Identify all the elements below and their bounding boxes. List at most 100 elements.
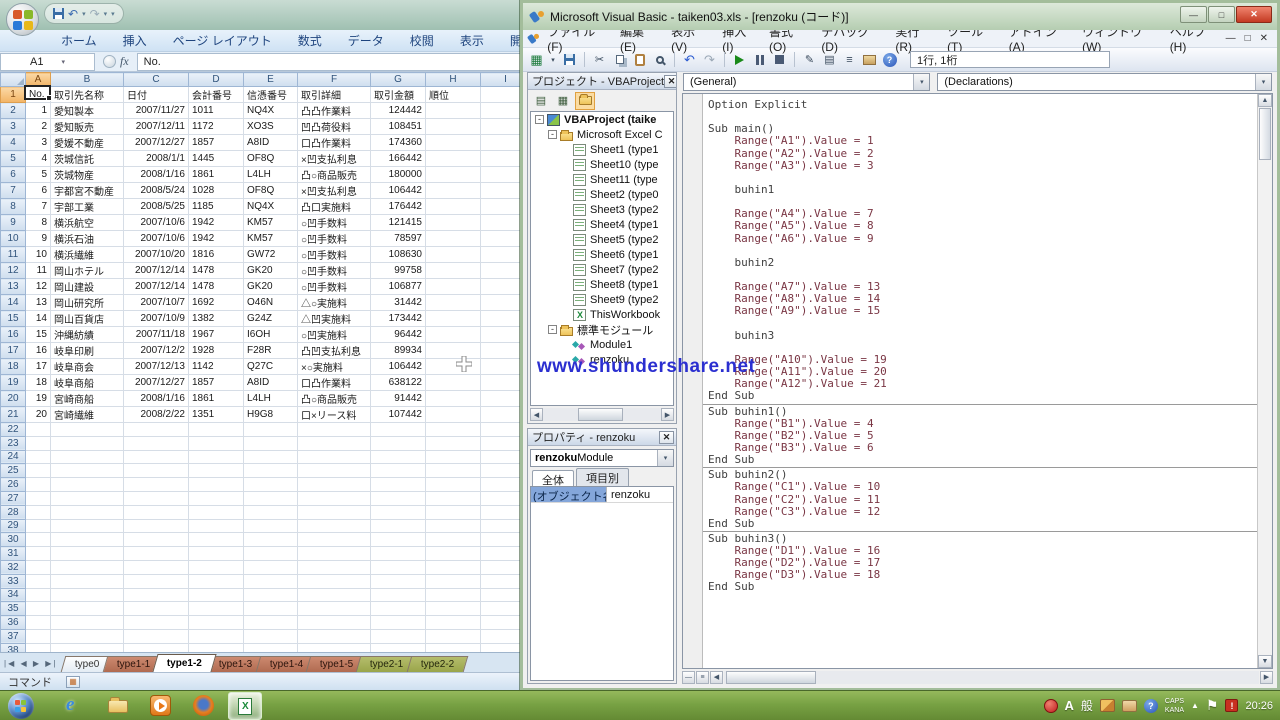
code-line[interactable]: Range("A9").Value = 15 (708, 305, 1257, 317)
row-header-6[interactable]: 6 (1, 167, 26, 183)
reset-icon[interactable] (771, 51, 788, 68)
cell[interactable] (26, 464, 51, 478)
cell[interactable] (426, 359, 481, 375)
cell[interactable]: 15 (26, 327, 51, 343)
name-box-dropdown-icon[interactable]: ▾ (61, 58, 65, 66)
cell[interactable] (51, 519, 124, 533)
cell[interactable]: 凸凸作業料 (298, 103, 371, 119)
cell[interactable]: Q27C (244, 359, 298, 375)
toggle-folders-icon[interactable] (575, 92, 595, 110)
row-header-20[interactable]: 20 (1, 391, 26, 407)
row-header-8[interactable]: 8 (1, 199, 26, 215)
cell[interactable] (124, 533, 189, 547)
cell[interactable] (124, 491, 189, 505)
cell[interactable] (371, 547, 426, 561)
cell[interactable]: 96442 (371, 327, 426, 343)
save-icon[interactable] (53, 8, 64, 19)
cell[interactable] (371, 602, 426, 616)
cell[interactable]: 1185 (189, 199, 244, 215)
cell[interactable] (298, 450, 371, 464)
procedure-dropdown-icon[interactable]: ▾ (1255, 74, 1271, 90)
cell[interactable] (189, 423, 244, 437)
name-box[interactable]: A1 ▾ (0, 53, 95, 71)
code-line[interactable]: End Sub (708, 454, 1257, 466)
scroll-left-icon[interactable]: ◀ (710, 671, 723, 684)
cell[interactable]: A8ID (244, 375, 298, 391)
row-header-31[interactable]: 31 (1, 547, 26, 561)
project-tree-item[interactable]: Sheet7 (type2 (531, 262, 673, 277)
scroll-right-icon[interactable]: ▶ (661, 408, 674, 421)
cell[interactable] (298, 643, 371, 652)
cell[interactable] (189, 616, 244, 630)
cell[interactable]: 4 (26, 151, 51, 167)
cell[interactable] (298, 505, 371, 519)
cell[interactable]: 106877 (371, 279, 426, 295)
code-editor[interactable]: Option Explicit Sub main() Range("A1").V… (682, 93, 1273, 669)
code-line[interactable]: Range("B3").Value = 6 (708, 442, 1257, 454)
project-tree-item[interactable]: Sheet3 (type2 (531, 202, 673, 217)
row-header-36[interactable]: 36 (1, 616, 26, 630)
redo-dropdown-icon[interactable]: ▾ (104, 10, 108, 18)
object-selector-dropdown-icon[interactable]: ▾ (657, 450, 673, 466)
cell[interactable] (124, 450, 189, 464)
sheet-tab-type2-2[interactable]: type2-2 (406, 656, 468, 672)
cell[interactable] (426, 519, 481, 533)
row-header-17[interactable]: 17 (1, 343, 26, 359)
cell[interactable] (124, 574, 189, 588)
cell[interactable]: 2007/10/6 (124, 231, 189, 247)
cell[interactable]: 宇部工業 (51, 199, 124, 215)
tree-expander-icon[interactable]: - (548, 130, 557, 139)
cell[interactable] (51, 602, 124, 616)
cell[interactable] (371, 560, 426, 574)
row-header-26[interactable]: 26 (1, 478, 26, 492)
cell[interactable]: 茨城物産 (51, 167, 124, 183)
cell[interactable] (26, 560, 51, 574)
code-line[interactable]: End Sub (708, 581, 1257, 593)
project-panel-header[interactable]: プロジェクト - VBAProject ✕ (528, 73, 676, 90)
design-mode-icon[interactable]: ✎ (801, 51, 818, 68)
cell[interactable] (189, 588, 244, 602)
view-excel-icon[interactable]: ▦ (528, 51, 545, 68)
column-header-H[interactable]: H (426, 73, 481, 87)
cell[interactable] (244, 491, 298, 505)
cell[interactable]: 16 (26, 343, 51, 359)
cell[interactable]: 順位 (426, 87, 481, 103)
cell[interactable] (426, 560, 481, 574)
run-icon[interactable] (731, 51, 748, 68)
cell[interactable]: 166442 (371, 151, 426, 167)
cell[interactable] (244, 616, 298, 630)
sheet-nav-buttons[interactable]: |◀ ◀ ▶ ▶| (0, 659, 63, 672)
cell[interactable] (298, 478, 371, 492)
cell[interactable] (51, 629, 124, 643)
row-header-30[interactable]: 30 (1, 533, 26, 547)
cell[interactable]: 2008/1/16 (124, 167, 189, 183)
cell[interactable] (426, 231, 481, 247)
cell[interactable]: OF8Q (244, 151, 298, 167)
project-explorer-icon[interactable]: ▤ (821, 51, 838, 68)
project-tree-item[interactable]: Sheet1 (type1 (531, 142, 673, 157)
cell[interactable]: 取引先名称 (51, 87, 124, 103)
macro-record-icon[interactable]: ▦ (66, 676, 80, 688)
cell[interactable] (298, 519, 371, 533)
code-line[interactable]: Sub buhin1() (708, 406, 1257, 418)
cell[interactable]: 岡山ホテル (51, 263, 124, 279)
cell[interactable]: 岐阜商会 (51, 359, 124, 375)
object-dropdown[interactable]: (General) ▾ (683, 73, 930, 91)
property-value[interactable]: renzoku (607, 489, 673, 501)
cell[interactable] (124, 616, 189, 630)
cell[interactable] (371, 519, 426, 533)
select-all-corner[interactable] (1, 73, 26, 87)
code-line[interactable]: Range("C1").Value = 10 (708, 481, 1257, 493)
code-line[interactable]: Range("A12").Value = 21 (708, 378, 1257, 390)
row-header-35[interactable]: 35 (1, 602, 26, 616)
undo-dropdown-icon[interactable]: ▾ (82, 10, 86, 18)
cell[interactable] (298, 629, 371, 643)
cell[interactable] (189, 547, 244, 561)
full-module-view-icon[interactable]: ≡ (696, 671, 709, 684)
code-line[interactable]: Option Explicit (708, 99, 1257, 111)
cell[interactable]: 凸口実施料 (298, 199, 371, 215)
cell[interactable] (51, 574, 124, 588)
cell[interactable]: 31442 (371, 295, 426, 311)
redo-icon[interactable]: ↷ (90, 7, 100, 21)
project-tree-item[interactable]: Sheet11 (type (531, 172, 673, 187)
